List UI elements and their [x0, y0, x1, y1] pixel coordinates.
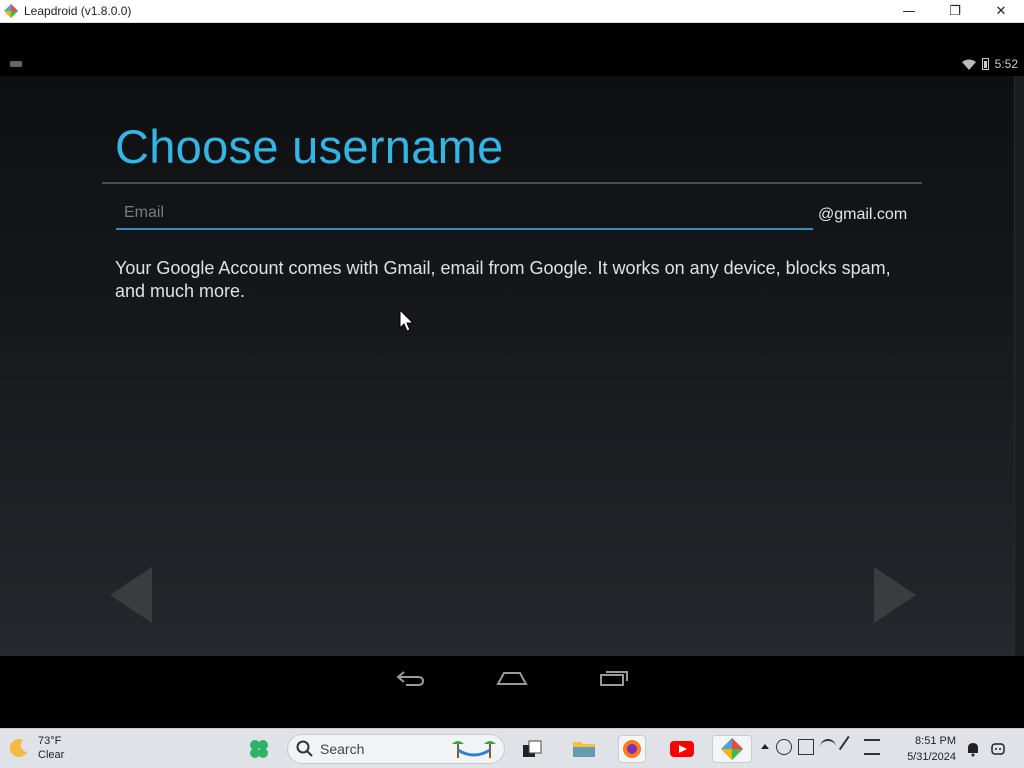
search-icon	[296, 740, 313, 757]
email-domain-suffix: @gmail.com	[818, 206, 908, 223]
display-icon[interactable]	[798, 739, 814, 755]
onedrive-icon[interactable]	[820, 739, 836, 755]
weather-condition: Clear	[38, 749, 65, 761]
back-arrow-button[interactable]	[108, 565, 154, 625]
android-display: 5:52 Choose username @gmail.com Your Goo…	[0, 23, 1024, 728]
restore-button[interactable]: ❐	[932, 0, 978, 23]
home-icon[interactable]	[496, 666, 528, 688]
close-button[interactable]: ✕	[978, 0, 1024, 23]
mouse-pointer-icon	[399, 309, 415, 332]
beach-hammock-icon	[452, 741, 496, 758]
email-field[interactable]	[116, 200, 813, 226]
minimize-button[interactable]: —	[886, 0, 932, 23]
page-title: Choose username	[115, 120, 504, 173]
back-icon[interactable]	[394, 666, 426, 688]
pen-icon[interactable]	[838, 735, 862, 759]
system-tray	[760, 735, 880, 759]
clock-time: 8:51 PM	[915, 735, 956, 747]
file-explorer-button[interactable]	[570, 735, 598, 763]
folder-icon	[573, 742, 595, 757]
window-titlebar: Leapdroid (v1.8.0.0) — ❐ ✕	[0, 0, 1024, 23]
title-divider	[102, 182, 922, 184]
taskbar-search[interactable]: Search	[287, 734, 505, 764]
side-scrollbar[interactable]	[1014, 76, 1024, 656]
settings-sliders-icon[interactable]	[864, 739, 880, 755]
leapdroid-taskbar-icon	[721, 738, 743, 760]
windows-taskbar: 73°F Clear Search 8:51 PM 5/31/2024	[0, 728, 1024, 768]
battery-icon	[981, 58, 989, 70]
weather-widget[interactable]: 73°F Clear	[8, 734, 64, 762]
task-view-icon	[523, 740, 542, 757]
notification-bell-icon[interactable]	[966, 741, 980, 757]
moon-icon	[9, 739, 28, 758]
keyboard-icon	[10, 61, 22, 67]
setup-screen: Choose username @gmail.com Your Google A…	[0, 76, 1014, 656]
firefox-icon	[623, 740, 641, 758]
clock-date: 5/31/2024	[907, 751, 956, 763]
android-statusbar: 5:52	[0, 55, 1024, 75]
copilot-icon[interactable]	[990, 740, 1006, 758]
taskbar-clock[interactable]: 8:51 PM 5/31/2024	[902, 733, 956, 765]
start-button[interactable]	[245, 735, 273, 763]
android-navbar	[0, 656, 1024, 728]
search-label: Search	[320, 741, 365, 757]
firefox-button[interactable]	[618, 735, 646, 763]
wifi-icon	[961, 59, 976, 70]
chevron-up-icon[interactable]	[760, 739, 770, 755]
security-icon[interactable]	[776, 739, 792, 755]
task-view-button[interactable]	[518, 735, 546, 763]
next-arrow-button[interactable]	[872, 565, 918, 625]
email-field-wrapper	[116, 200, 813, 230]
recent-apps-icon[interactable]	[598, 666, 630, 688]
start-clover-icon	[250, 740, 268, 758]
window-title: Leapdroid (v1.8.0.0)	[24, 4, 132, 18]
weather-temperature: 73°F	[38, 735, 62, 747]
youtube-icon	[670, 741, 694, 757]
leapdroid-logo-icon	[4, 4, 18, 18]
account-description: Your Google Account comes with Gmail, em…	[115, 258, 891, 301]
statusbar-time: 5:52	[994, 57, 1018, 71]
leapdroid-taskbar-button[interactable]	[712, 735, 752, 763]
youtube-button[interactable]	[668, 735, 696, 763]
